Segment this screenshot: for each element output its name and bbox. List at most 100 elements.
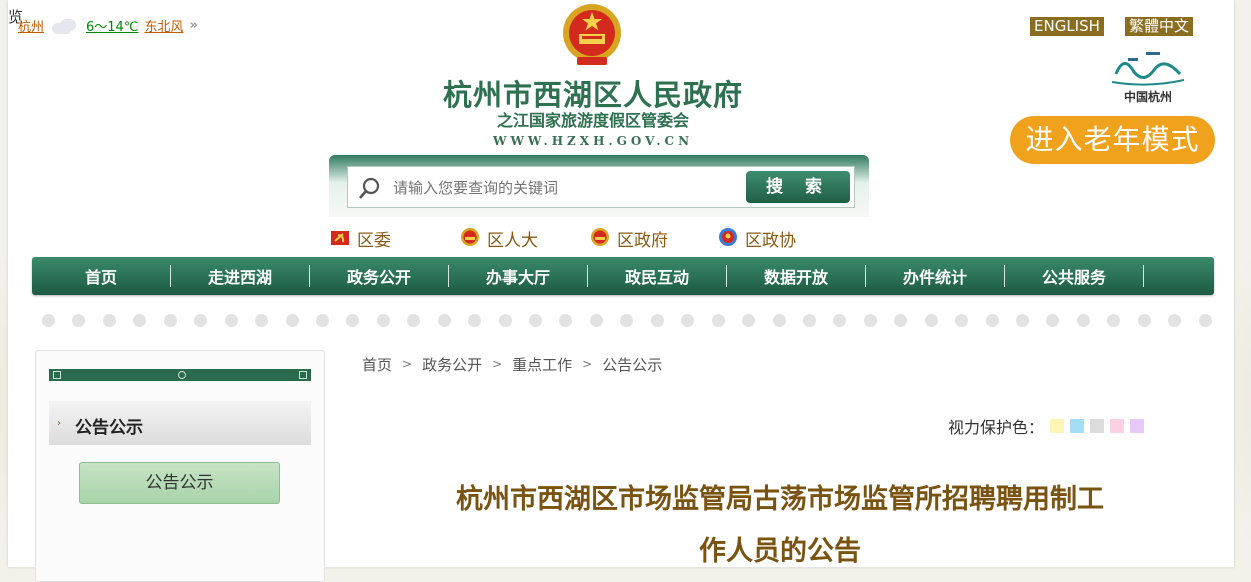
hangzhou-logo-icon [1111,52,1185,86]
quick-link-congress[interactable]: 区人大 [459,226,538,251]
divider-dot [833,314,847,327]
breadcrumb-announcements[interactable]: 公告公示 [602,354,662,375]
nav-item-home[interactable]: 首页 [32,264,170,288]
divider-dot [863,314,877,327]
divider-dot [376,314,390,327]
divider-dot [1076,314,1090,327]
divider-dot [742,314,756,327]
divider-dot [133,314,147,327]
nav-item-about[interactable]: 走进西湖 [171,264,309,288]
divider-dot [1137,314,1151,327]
divider-dot [802,314,816,327]
eye-protect-colors: 视力保护色： [948,414,1145,438]
elder-mode-button[interactable]: 进入老年模式 [1010,116,1215,164]
divider-dot [437,314,451,327]
divider-dot [315,314,329,327]
cppcc-emblem-icon [719,228,737,246]
nav-item-open-data[interactable]: 数据开放 [727,264,865,288]
divider-dot [772,314,786,327]
divider-dot [1016,314,1029,327]
divider-dot [1198,314,1212,327]
breadcrumb-gov-affairs[interactable]: 政务公开 [422,354,482,375]
divider-dot [102,314,116,327]
divider-dot [285,314,299,327]
divider-dot [529,314,542,327]
search-icon [359,177,380,199]
divider-dot [468,314,482,327]
sidebar: › 公告公示 公告公示 [35,350,325,582]
color-swatch-purple[interactable] [1130,419,1145,433]
party-emblem-icon [331,231,349,245]
weather-city-link[interactable]: 杭州 [18,16,44,35]
nav-item-statistics[interactable]: 办件统计 [866,264,1004,288]
nav-divider [1143,265,1144,287]
quick-link-label: 区政协 [745,230,796,251]
divider-dot [346,314,360,327]
quick-link-label: 区政府 [617,230,668,251]
divider-dot [924,314,938,327]
breadcrumb-separator-icon: > [402,357,413,371]
national-emblem-small-icon [461,228,479,246]
quick-link-party-committee[interactable]: 区委 [329,226,391,251]
divider-dot [589,314,603,327]
divider-dot [224,314,238,327]
weather-wind-link[interactable]: 东北风 [144,16,183,35]
main-nav: 首页 走进西湖 政务公开 办事大厅 政民互动 数据开放 办件统计 公共服务 [32,257,1214,295]
divider-dot [681,314,695,327]
sidebar-heading: › 公告公示 [49,401,311,445]
hangzhou-logo-text: 中国杭州 [1123,90,1172,104]
article-title-line1: 杭州市西湖区市场监管局古荡市场监管所招聘聘用制工 [456,484,1104,515]
divider-dot [955,314,969,327]
search-input[interactable] [391,175,735,201]
weather-temp-link[interactable]: 6～14℃ [86,16,138,35]
breadcrumb-home[interactable]: 首页 [362,354,392,375]
search-box: 搜 索 [347,166,855,208]
divider-dot [985,314,999,327]
color-swatch-yellow[interactable] [1050,419,1065,433]
english-link[interactable]: ENGLISH [1030,17,1104,36]
nav-item-gov-affairs[interactable]: 政务公开 [310,264,448,288]
color-swatch-blue[interactable] [1070,419,1085,433]
divider-dot [1046,314,1060,327]
divider-dot [498,314,512,327]
weather-widget: 杭州 6～14℃ 东北风 » [18,16,198,35]
divider-dot [194,314,208,327]
divider-dot [559,314,573,327]
sidebar-heading-label: 公告公示 [75,418,143,438]
hangzhou-logo: 中国杭州 [1104,44,1192,104]
sidebar-ornament-band [49,369,311,381]
breadcrumb-separator-icon: > [582,357,593,371]
national-emblem-small-icon [591,228,609,246]
eye-protect-label: 视力保护色： [948,418,1045,437]
divider-dot [255,314,269,327]
divider-dot [650,314,664,327]
divider-dot [72,314,86,327]
divider-dot [407,314,421,327]
article-title-line2: 作人员的公告 [699,536,861,567]
quick-link-label: 区人大 [487,230,538,251]
divider-dot [1168,314,1182,327]
color-swatch-pink[interactable] [1110,419,1125,433]
quick-link-cppcc[interactable]: 区政协 [717,226,796,251]
double-chevron-right-icon[interactable]: » [189,18,197,33]
nav-item-public-services[interactable]: 公共服务 [1005,264,1143,288]
divider-dot [620,314,634,327]
article-title: 杭州市西湖区市场监管局古荡市场监管所招聘聘用制工 作人员的公告 [412,474,1148,578]
traditional-chinese-link[interactable]: 繁體中文 [1125,17,1194,36]
national-emblem-icon [563,4,621,65]
divider-dot [42,314,55,327]
divider-dot [1107,314,1121,327]
breadcrumb: 首页 > 政务公开 > 重点工作 > 公告公示 [362,354,662,375]
site-subtitle: 之江国家旅游度假区管委会 [496,111,689,130]
breadcrumb-key-work[interactable]: 重点工作 [512,354,572,375]
nav-item-interaction[interactable]: 政民互动 [588,264,726,288]
cloud-icon [50,17,80,35]
quick-link-government[interactable]: 区政府 [589,226,668,251]
site-url: WWW.HZXH.GOV.CN [492,134,694,148]
divider-dot [894,314,908,327]
search-button[interactable]: 搜 索 [746,171,850,203]
sidebar-item-announcements[interactable]: 公告公示 [79,462,280,504]
color-swatch-gray[interactable] [1090,419,1105,433]
divider-dot [711,314,725,327]
nav-item-services-hall[interactable]: 办事大厅 [449,264,587,288]
